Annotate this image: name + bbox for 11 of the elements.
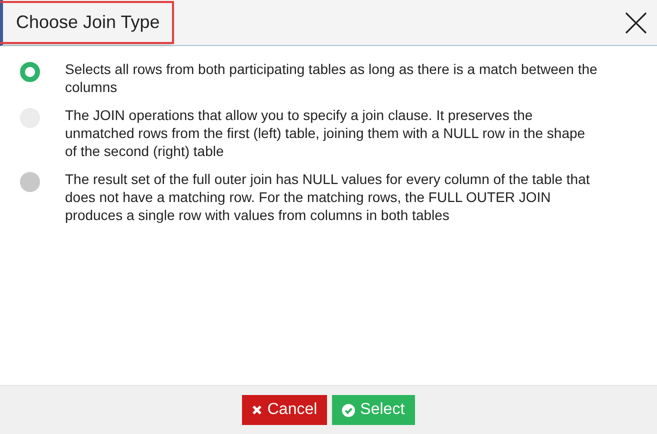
radio-button[interactable] [20,172,40,192]
option-description: The JOIN operations that allow you to specify a join clause. It preserves the unmatched rows from the first (left) table, joining them with a NULL row in the shape of the second (right) table [65,106,586,160]
close-icon [624,10,648,34]
check-circle-icon [342,404,356,416]
option-description: The result set of the full outer join has NULL values for every column of the table that does not have a matching row. For the matching rows, the FULL OUTER JOIN produces a single row with values from columns in both tables [65,170,591,224]
option-description: Selects all rows from both participating tables as long as there is a match between the columns [65,60,598,96]
close-icon [252,405,262,415]
radio-button[interactable] [20,62,40,82]
cancel-button[interactable]: Cancel [242,395,328,425]
dialog-title: Choose Join Type [0,3,172,42]
close-button[interactable] [624,10,648,34]
